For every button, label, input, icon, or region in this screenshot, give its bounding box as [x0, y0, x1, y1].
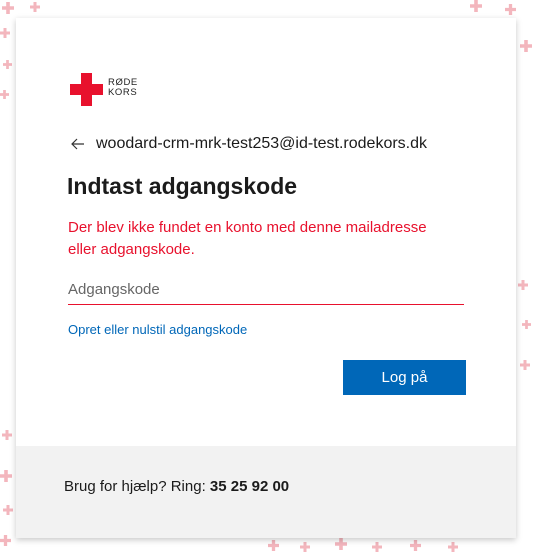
signin-card: RØDE KORS woodard-crm-mrk-test253@id-tes… — [16, 18, 516, 538]
page-title: Indtast adgangskode — [67, 173, 298, 199]
logo-text-line2: KORS — [108, 87, 138, 98]
back-arrow-icon[interactable] — [70, 136, 86, 152]
reset-password-link[interactable]: Opret eller nulstil adgangskode — [68, 322, 247, 337]
sign-in-button[interactable]: Log på — [343, 360, 466, 395]
help-text: Brug for hjælp? Ring: 35 25 92 00 — [64, 478, 289, 495]
help-phone-number: 35 25 92 00 — [209, 478, 290, 495]
error-message: Der blev ikke fundet en konto med denne … — [68, 219, 427, 258]
identity-banner: woodard-crm-mrk-test253@id-test.rodekors… — [70, 132, 427, 156]
logo-text: RØDE KORS — [108, 78, 138, 98]
identity-email: woodard-crm-mrk-test253@id-test.rodekors… — [96, 135, 428, 152]
help-label: Brug for hjælp? Ring: — [64, 478, 210, 495]
red-cross-icon — [70, 73, 103, 106]
password-input[interactable] — [68, 274, 464, 305]
rode-kors-logo: RØDE KORS — [70, 73, 150, 109]
